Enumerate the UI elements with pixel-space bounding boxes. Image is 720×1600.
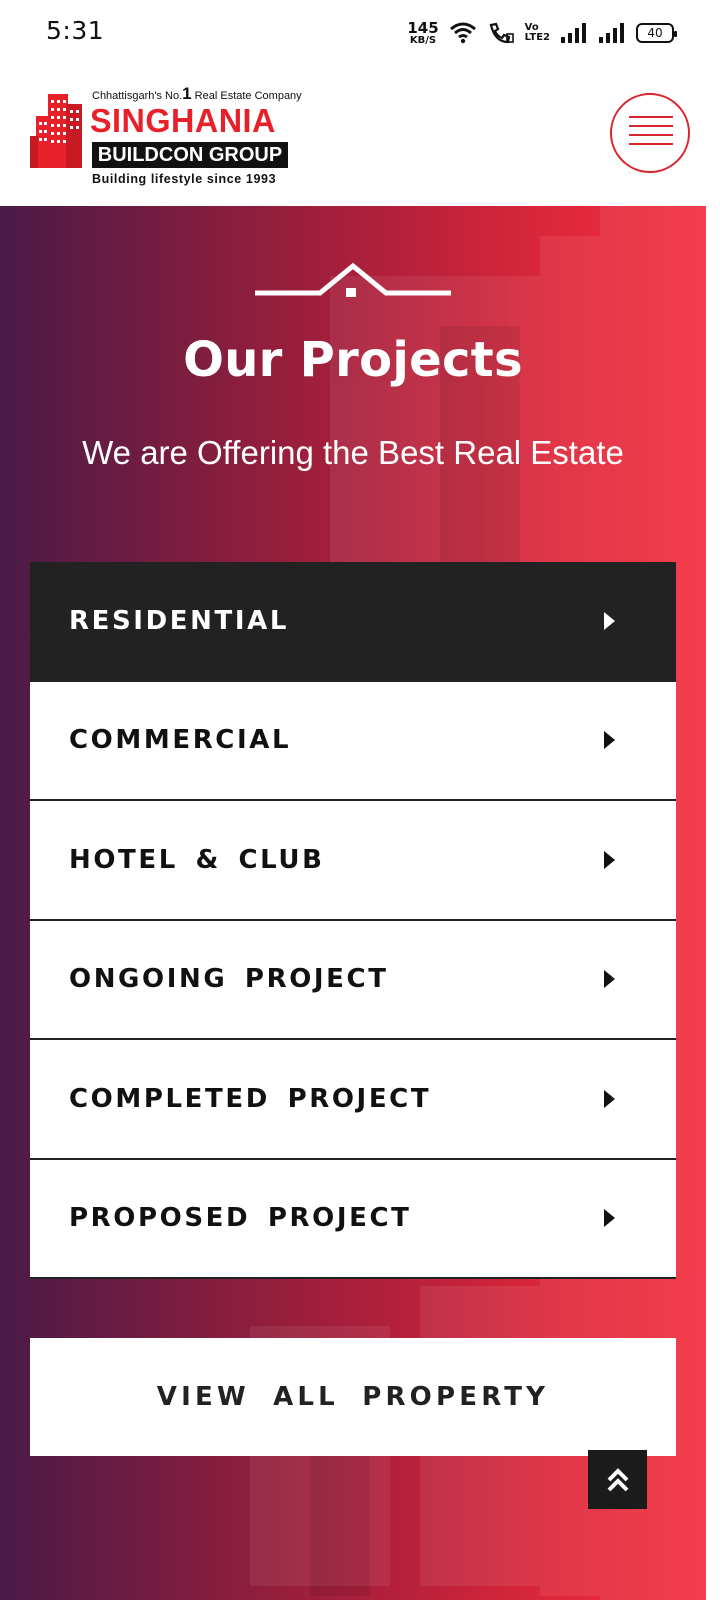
category-label: PROPOSED PROJECT bbox=[69, 1203, 412, 1234]
caret-right-icon bbox=[604, 611, 615, 630]
page-edge bbox=[706, 206, 720, 1600]
wifi-call-icon bbox=[489, 22, 514, 44]
category-label: COMMERCIAL bbox=[69, 725, 292, 756]
company-logo[interactable]: Chhattisgarh's No.1 Real Estate Company … bbox=[30, 84, 302, 186]
logo-tagline-number: 1 bbox=[182, 84, 192, 103]
menu-line bbox=[629, 143, 673, 145]
site-header: Chhattisgarh's No.1 Real Estate Company … bbox=[0, 64, 720, 206]
view-all-property-button[interactable]: VIEW ALL PROPERTY bbox=[30, 1338, 676, 1456]
logo-sub-name: BUILDCON GROUP bbox=[92, 142, 288, 168]
wifi-icon bbox=[449, 22, 476, 44]
view-all-property-label: VIEW ALL PROPERTY bbox=[156, 1382, 550, 1412]
scroll-to-top-button[interactable] bbox=[588, 1450, 647, 1509]
network-speed-value: 145 bbox=[407, 18, 439, 37]
menu-line bbox=[629, 116, 673, 118]
status-bar: 5:31 145 KB/S Vo LTE2 40 bbox=[0, 0, 720, 64]
network-speed: 145 KB/S bbox=[407, 18, 439, 46]
category-ongoing-project[interactable]: ONGOING PROJECT bbox=[30, 920, 676, 1040]
caret-right-icon bbox=[604, 1089, 615, 1108]
caret-right-icon bbox=[604, 1209, 615, 1228]
projects-section: Our Projects We are Offering the Best Re… bbox=[0, 206, 706, 1600]
category-commercial[interactable]: COMMERCIAL bbox=[30, 681, 676, 801]
network-speed-unit: KB/S bbox=[409, 34, 437, 46]
section-subtitle: We are Offering the Best Real Estate bbox=[82, 434, 624, 471]
signal-icon bbox=[599, 23, 624, 43]
category-label: ONGOING PROJECT bbox=[69, 964, 389, 995]
logo-tagline-suffix: Real Estate Company bbox=[191, 90, 302, 102]
battery-icon: 40 bbox=[636, 23, 677, 43]
logo-tagline: Chhattisgarh's No.1 Real Estate Company bbox=[92, 84, 302, 104]
logo-tagline-prefix: Chhattisgarh's No. bbox=[92, 90, 183, 102]
category-hotel-club[interactable]: HOTEL & CLUB bbox=[30, 801, 676, 921]
logo-slogan: Building lifestyle since 1993 bbox=[92, 172, 277, 186]
category-residential[interactable]: RESIDENTIAL bbox=[30, 562, 676, 682]
volte-bottom: LTE2 bbox=[524, 32, 550, 43]
battery-level: 40 bbox=[647, 26, 663, 40]
category-proposed-project[interactable]: PROPOSED PROJECT bbox=[30, 1159, 676, 1279]
section-title: Our Projects bbox=[183, 332, 523, 388]
signal-icon bbox=[561, 23, 586, 43]
caret-right-icon bbox=[604, 850, 615, 869]
hamburger-menu-icon[interactable] bbox=[610, 93, 690, 173]
caret-right-icon bbox=[604, 970, 615, 989]
menu-line bbox=[629, 134, 673, 136]
category-completed-project[interactable]: COMPLETED PROJECT bbox=[30, 1040, 676, 1160]
status-time: 5:31 bbox=[46, 16, 105, 45]
volte-icon: Vo LTE2 bbox=[525, 23, 550, 43]
project-category-list: RESIDENTIAL COMMERCIAL HOTEL & CLUB ONGO… bbox=[30, 562, 676, 1279]
category-label: HOTEL & CLUB bbox=[69, 844, 325, 875]
building-logo-icon bbox=[30, 94, 82, 168]
category-label: RESIDENTIAL bbox=[69, 605, 289, 636]
status-icons: 145 KB/S Vo LTE2 40 bbox=[407, 18, 677, 48]
house-divider-icon bbox=[255, 262, 451, 297]
logo-company-name: SINGHANIA bbox=[90, 102, 276, 139]
caret-right-icon bbox=[604, 731, 615, 750]
menu-line bbox=[629, 125, 673, 127]
category-label: COMPLETED PROJECT bbox=[69, 1083, 432, 1114]
double-chevron-up-icon bbox=[607, 1467, 628, 1491]
